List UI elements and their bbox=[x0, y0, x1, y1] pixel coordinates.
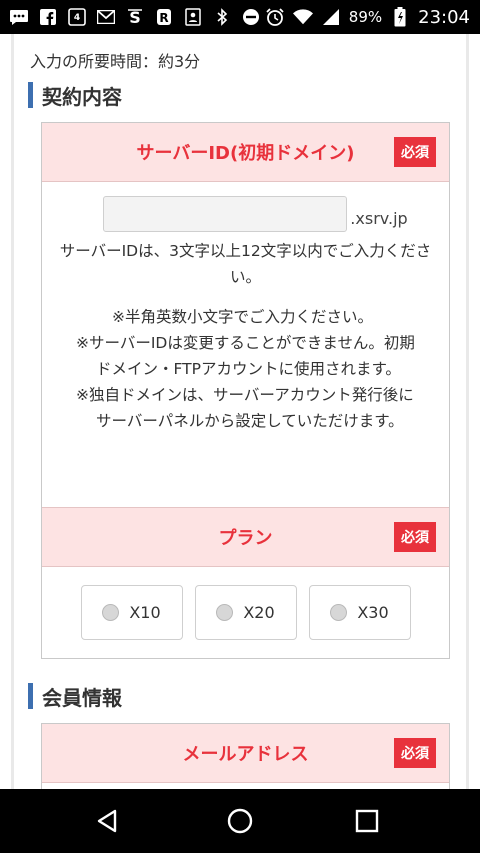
recents-button[interactable] bbox=[351, 805, 383, 837]
section-header-contract: 契約内容 bbox=[28, 82, 122, 109]
alarm-icon bbox=[265, 7, 285, 27]
svg-text:R: R bbox=[159, 11, 168, 25]
plan-option-label: X20 bbox=[243, 602, 275, 622]
section-header-member: 会員情報 bbox=[28, 683, 122, 710]
home-button[interactable] bbox=[224, 805, 256, 837]
home-icon bbox=[227, 808, 253, 834]
server-id-notes: ※半角英数小文字でご入力ください。 ※サーバーIDは変更することができません。初… bbox=[58, 304, 433, 434]
page-rail-right bbox=[466, 34, 469, 789]
plan-option-x30[interactable]: X30 bbox=[308, 584, 411, 640]
status-bar: 4 S R 89% 23:04 bbox=[0, 0, 480, 34]
plan-option-label: X10 bbox=[129, 602, 161, 622]
plan-header: プラン 必須 bbox=[42, 507, 449, 567]
required-badge: 必須 bbox=[394, 738, 436, 768]
svg-text:4: 4 bbox=[74, 13, 80, 23]
server-id-body: .xsrv.jp サーバーIDは、3文字以上12文字以内でご入力ください。 ※半… bbox=[42, 182, 449, 454]
battery-icon bbox=[390, 7, 410, 27]
email-label: メールアドレス bbox=[182, 744, 309, 765]
server-id-label: サーバーID(初期ドメイン) bbox=[136, 143, 355, 164]
dnd-icon bbox=[241, 7, 261, 27]
section-accent-bar bbox=[28, 82, 33, 108]
dmm-app-icon: 4 bbox=[67, 7, 87, 27]
note-item: ※サーバーIDは変更することができません。初期ドメイン・FTPアカウントに使用さ… bbox=[76, 334, 415, 378]
radio-button-icon[interactable] bbox=[216, 603, 234, 621]
server-id-input-row: .xsrv.jp bbox=[78, 196, 433, 232]
section-accent-bar bbox=[28, 683, 33, 709]
server-id-header: サーバーID(初期ドメイン) 必須 bbox=[42, 123, 449, 182]
recents-icon bbox=[355, 809, 379, 833]
plan-label: プラン bbox=[218, 528, 273, 549]
clock: 23:04 bbox=[418, 6, 470, 28]
input-time-note: 入力の所要時間：約3分 bbox=[30, 52, 201, 71]
radio-button-icon[interactable] bbox=[330, 603, 348, 621]
gmail-icon bbox=[96, 7, 116, 27]
radio-button-icon[interactable] bbox=[102, 603, 120, 621]
plan-option-x10[interactable]: X10 bbox=[80, 584, 183, 640]
wifi-icon bbox=[292, 7, 313, 27]
back-button[interactable] bbox=[91, 805, 123, 837]
contract-form-card: サーバーID(初期ドメイン) 必須 .xsrv.jp サーバーIDは、3文字以上… bbox=[41, 122, 450, 659]
required-badge: 必須 bbox=[394, 522, 436, 552]
section-title: 契約内容 bbox=[42, 84, 122, 109]
page-content[interactable]: 入力の所要時間：約3分 契約内容 サーバーID(初期ドメイン) 必須 .xsrv… bbox=[0, 34, 480, 789]
plan-options: X10 X20 X30 bbox=[42, 566, 449, 657]
battery-percent: 89% bbox=[348, 8, 383, 26]
server-id-rule: サーバーIDは、3文字以上12文字以内でご入力ください。 bbox=[59, 242, 432, 286]
required-badge: 必須 bbox=[394, 137, 436, 167]
s-app-icon: S bbox=[125, 7, 145, 27]
member-form-card: メールアドレス 必須 bbox=[41, 723, 450, 789]
bluetooth-icon bbox=[212, 7, 232, 27]
plan-option-x20[interactable]: X20 bbox=[194, 584, 297, 640]
page-rail-left bbox=[11, 34, 14, 789]
facebook-icon bbox=[38, 7, 58, 27]
signal-icon bbox=[321, 7, 341, 27]
contacts-icon bbox=[183, 7, 203, 27]
messages-icon bbox=[9, 7, 29, 27]
note-item: ※半角英数小文字でご入力ください。 bbox=[112, 308, 373, 326]
back-icon bbox=[97, 809, 117, 833]
section-title: 会員情報 bbox=[42, 685, 122, 710]
navigation-bar bbox=[0, 789, 480, 853]
plan-option-label: X30 bbox=[357, 602, 389, 622]
server-id-input[interactable] bbox=[103, 196, 348, 232]
r-app-icon: R bbox=[154, 7, 174, 27]
note-item: ※独自ドメインは、サーバーアカウント発行後にサーバーパネルから設定していただけま… bbox=[76, 386, 414, 430]
domain-suffix: .xsrv.jp bbox=[350, 209, 408, 228]
email-header: メールアドレス 必須 bbox=[42, 724, 449, 783]
